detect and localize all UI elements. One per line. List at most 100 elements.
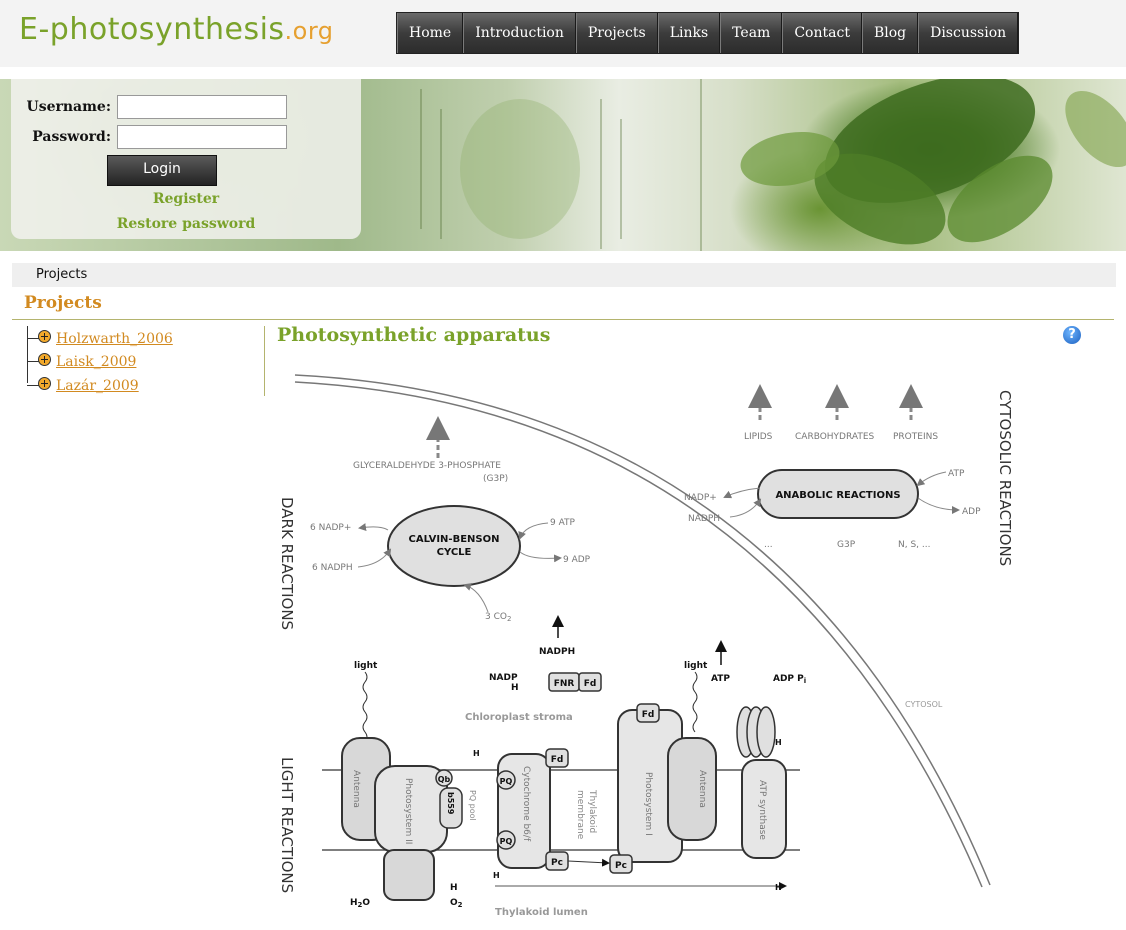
password-input[interactable] xyxy=(117,125,287,149)
anabolic-atp-label: ATP xyxy=(948,469,965,479)
antenna-right-label: Antenna xyxy=(697,770,707,808)
psii-lumen-subunit xyxy=(383,849,435,901)
cytosolic-reactions-label: CYTOSOLIC REACTIONS xyxy=(996,390,1014,566)
nav-projects[interactable]: Projects xyxy=(575,13,658,53)
tree-link-holzwarth[interactable]: Holzwarth_2006 xyxy=(56,331,173,347)
atp-output-label: ATP xyxy=(711,674,730,684)
login-button[interactable]: Login xyxy=(107,155,217,186)
g3p-label: GLYCERALDEHYDE 3-PHOSPHATE xyxy=(353,461,501,471)
anabolic-dots-label: ... xyxy=(764,540,773,550)
dark-reactions-label: DARK REACTIONS xyxy=(278,497,296,630)
nadp-arrow xyxy=(358,523,389,532)
anabolic-nadp-arrow xyxy=(723,487,761,499)
nadph-top-label: NADPH xyxy=(539,647,575,657)
nadph-6-label: 6 NADPH xyxy=(312,563,353,573)
g3p-abbr-label: (G3P) xyxy=(483,474,508,484)
co2-label: 3 CO2 xyxy=(485,612,511,623)
pc-label-cyt: Pc xyxy=(551,858,563,868)
title-divider xyxy=(12,319,1114,320)
fnr-label: FNR xyxy=(554,679,575,689)
nadph-arrow xyxy=(357,548,392,568)
tree-branch xyxy=(27,361,39,362)
anabolic-nadph-arrow xyxy=(729,498,762,518)
atp-synthase-f1-c xyxy=(756,706,776,758)
calvin-cycle-ellipse xyxy=(387,505,521,587)
atp-9-label: 9 ATP xyxy=(550,518,576,528)
light-label-left: light xyxy=(354,661,378,671)
h-plus-lumen-label: H xyxy=(493,871,500,880)
light-wave-left xyxy=(362,671,368,743)
expand-plus-icon[interactable] xyxy=(38,330,51,343)
anabolic-ns-label: N, S, ... xyxy=(898,540,930,550)
anabolic-adp-arrow xyxy=(917,497,960,514)
anabolic-atp-arrow xyxy=(916,471,947,487)
logo-tld-text: .org xyxy=(284,17,334,45)
atp-synthase-label: ATP synthase xyxy=(757,780,767,840)
tree-link-laisk[interactable]: Laisk_2009 xyxy=(56,354,136,370)
nav-discussion[interactable]: Discussion xyxy=(918,13,1019,53)
anabolic-label: ANABOLIC REACTIONS xyxy=(775,490,900,501)
nav-home[interactable]: Home xyxy=(397,13,464,53)
restore-password-link[interactable]: Restore password xyxy=(11,216,361,232)
cytochrome-label: Cytochrome b6/f xyxy=(521,766,531,842)
h-plus-right-lumen-label: H xyxy=(775,883,782,892)
light-label-right: light xyxy=(684,661,708,671)
fd-label-top: Fd xyxy=(584,679,597,689)
expand-plus-icon[interactable] xyxy=(38,377,51,390)
project-tree: Holzwarth_2006 Laisk_2009 Lazár_2009 xyxy=(12,326,265,396)
light-wave-right xyxy=(692,671,698,733)
nav-links[interactable]: Links xyxy=(657,13,721,53)
nav-blog[interactable]: Blog xyxy=(861,13,919,53)
fd-label-cyt: Fd xyxy=(551,755,564,765)
lumen-label: Thylakoid lumen xyxy=(495,907,588,918)
username-input[interactable] xyxy=(117,95,287,119)
register-link[interactable]: Register xyxy=(11,191,361,207)
password-label: Password: xyxy=(32,129,111,145)
breadcrumb: Projects xyxy=(12,263,1116,287)
site-logo[interactable]: E-photosynthesis.org xyxy=(19,12,334,49)
login-panel: Username: Password: Login Register Resto… xyxy=(11,79,361,239)
anabolic-g3p-label: G3P xyxy=(837,540,856,550)
adp-pi-label: ADP Pi xyxy=(773,674,806,685)
pq-label-upper: PQ xyxy=(500,777,513,786)
fd-label-psi: Fd xyxy=(642,710,655,720)
photosystem1-label: Photosystem I xyxy=(643,772,653,836)
adp-9-label: 9 ADP xyxy=(563,555,591,565)
anabolic-adp-label: ADP xyxy=(962,507,981,517)
pq-label-lower: PQ xyxy=(500,837,513,846)
anabolic-nadph-label: NADPH xyxy=(688,514,720,524)
tree-branch xyxy=(27,385,39,386)
username-label: Username: xyxy=(26,99,111,115)
proteins-label: PROTEINS xyxy=(893,432,938,442)
h-plus-atp-label: H xyxy=(775,738,782,747)
tree-link-lazar[interactable]: Lazár_2009 xyxy=(56,378,139,394)
photosystem2-label: Photosystem II xyxy=(403,778,413,844)
carbohydrates-label: CARBOHYDRATES xyxy=(795,432,875,442)
antenna-left-label: Antenna xyxy=(351,770,361,808)
h-plus-nadp-label: H xyxy=(511,683,519,693)
logo-main-text: E-photosynthesis xyxy=(19,12,285,47)
nadp-h-label: NADP xyxy=(489,673,518,683)
breadcrumb-item[interactable]: Projects xyxy=(36,267,87,282)
expand-plus-icon[interactable] xyxy=(38,353,51,366)
anabolic-nadp-label: NADP+ xyxy=(684,493,717,503)
atp-in-arrow xyxy=(518,522,549,540)
co2-arrow xyxy=(463,583,489,613)
h2o-label: H2O xyxy=(350,898,370,909)
nav-team[interactable]: Team xyxy=(720,13,783,53)
tree-connector xyxy=(27,326,28,383)
h-plus-stroma-label: H xyxy=(473,749,480,758)
nadp-6-label: 6 NADP+ xyxy=(310,523,351,533)
nav-contact[interactable]: Contact xyxy=(782,13,862,53)
nav-introduction[interactable]: Introduction xyxy=(463,13,576,53)
tree-branch xyxy=(27,338,39,339)
cytosol-label: CYTOSOL xyxy=(905,700,943,709)
qb-label: Qb xyxy=(438,775,451,784)
help-icon[interactable]: ? xyxy=(1063,326,1081,344)
adp-out-arrow xyxy=(519,551,562,563)
main-nav: Home Introduction Projects Links Team Co… xyxy=(396,12,1020,54)
h-plus-o2-label: H xyxy=(450,883,458,893)
pc-label-psi: Pc xyxy=(615,861,627,871)
site-header: E-photosynthesis.org Home Introduction P… xyxy=(0,0,1126,67)
thylakoid-membrane-label-2: membrane xyxy=(575,790,585,840)
